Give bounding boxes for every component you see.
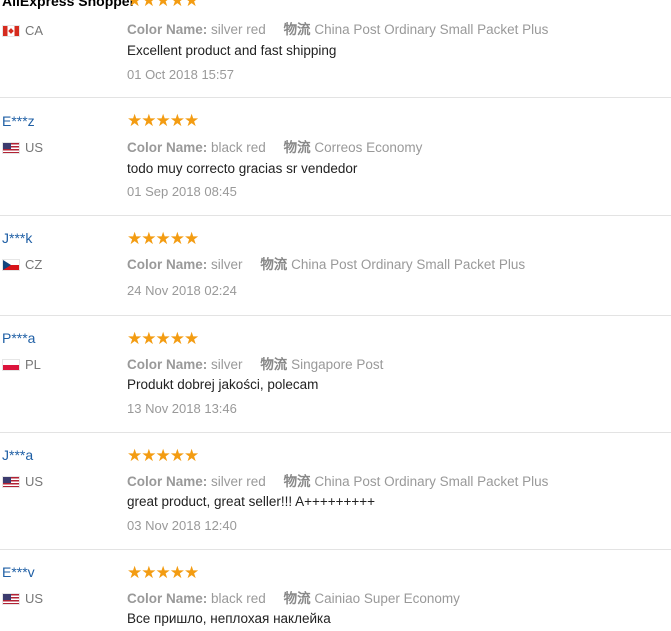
reviewer-name[interactable]: P***a [2, 330, 35, 346]
rating-stars: ★★★★★ [127, 563, 199, 582]
review-item: E***z US ★★★★★ Color Name: black red 物流 … [0, 97, 671, 216]
review-item: J***a US ★★★★★ Color Name: silver red 物流… [0, 432, 671, 550]
order-info: Color Name: silver red 物流 China Post Ord… [127, 18, 548, 38]
order-info: Color Name: black red 物流 Cainiao Super E… [127, 587, 460, 607]
rating-stars: ★★★★★ [127, 111, 199, 130]
reviewer-name[interactable]: E***z [2, 113, 35, 129]
shipping-method: China Post Ordinary Small Packet Plus [314, 22, 549, 37]
shipping-method: China Post Ordinary Small Packet Plus [314, 474, 549, 489]
shipping-method: Singapore Post [291, 357, 384, 372]
order-info: Color Name: black red 物流 Correos Economy [127, 136, 422, 156]
color-value: silver red [211, 22, 266, 37]
reviewer-country: US [2, 474, 43, 489]
poland-flag-icon [2, 358, 20, 371]
color-name-label: Color Name: [127, 140, 208, 155]
reviewer-name: AliExpress Shopper [2, 0, 136, 9]
review-comment: great product, great seller!!! A++++++++… [127, 494, 376, 509]
reviewer-country: CZ [2, 257, 42, 272]
review-comment: Produkt dobrej jakości, polecam [127, 377, 319, 392]
order-info: Color Name: silver 物流 China Post Ordinar… [127, 253, 525, 273]
rating-stars: ★★★★★ [127, 329, 199, 348]
color-value: black red [211, 140, 266, 155]
color-name-label: Color Name: [127, 22, 208, 37]
reviewer-country: PL [2, 357, 41, 372]
logistics-label: 物流 [283, 140, 311, 155]
review-item: P***a PL ★★★★★ Color Name: silver 物流 Sin… [0, 315, 671, 433]
shipping-method: Cainiao Super Economy [314, 591, 460, 606]
review-date: 24 Nov 2018 02:24 [127, 283, 237, 298]
color-name-label: Color Name: [127, 591, 208, 606]
order-info: Color Name: silver 物流 Singapore Post [127, 353, 383, 373]
logistics-label: 物流 [283, 22, 311, 37]
review-item: J***k CZ ★★★★★ Color Name: silver 物流 Chi… [0, 215, 671, 316]
reviewer-country: US [2, 591, 43, 606]
review-date: 13 Nov 2018 13:46 [127, 401, 237, 416]
reviewer-country: CA [2, 23, 43, 38]
color-value: silver red [211, 474, 266, 489]
country-code: CZ [25, 257, 43, 272]
reviewer-name[interactable]: E***v [2, 564, 35, 580]
rating-stars: ★★★★★ [127, 0, 199, 10]
czech-flag-icon [2, 258, 20, 271]
reviewer-name[interactable]: J***k [2, 230, 32, 246]
review-date: 03 Nov 2018 12:40 [127, 518, 237, 533]
reviewer-name[interactable]: J***a [2, 447, 33, 463]
color-name-label: Color Name: [127, 474, 208, 489]
logistics-label: 物流 [260, 357, 288, 372]
rating-stars: ★★★★★ [127, 229, 199, 248]
review-item: E***v US ★★★★★ Color Name: black red 物流 … [0, 549, 671, 631]
color-name-label: Color Name: [127, 357, 208, 372]
logistics-label: 物流 [260, 257, 288, 272]
country-code: US [25, 474, 44, 489]
review-comment: Excellent product and fast shipping [127, 43, 337, 58]
review-date: 01 Sep 2018 08:45 [127, 184, 237, 199]
color-value: black red [211, 591, 266, 606]
rating-stars: ★★★★★ [127, 446, 199, 465]
shipping-method: Correos Economy [314, 140, 423, 155]
review-item: AliExpress Shopper CA ★★★★★ Color Name: … [0, 0, 671, 98]
us-flag-icon [2, 141, 20, 154]
country-code: US [25, 140, 44, 155]
review-comment: Все пришло, неплохая наклейка [127, 611, 331, 626]
order-info: Color Name: silver red 物流 China Post Ord… [127, 470, 548, 490]
country-code: US [25, 591, 44, 606]
review-date: 01 Oct 2018 15:57 [127, 67, 234, 82]
shipping-method: China Post Ordinary Small Packet Plus [291, 257, 526, 272]
country-code: CA [25, 23, 44, 38]
logistics-label: 物流 [283, 591, 311, 606]
logistics-label: 物流 [283, 474, 311, 489]
us-flag-icon [2, 475, 20, 488]
country-code: PL [25, 357, 41, 372]
canada-flag-icon [2, 24, 20, 37]
us-flag-icon [2, 592, 20, 605]
color-name-label: Color Name: [127, 257, 208, 272]
reviewer-country: US [2, 140, 43, 155]
color-value: silver [211, 357, 243, 372]
review-comment: todo muy correcto gracias sr vendedor [127, 161, 358, 176]
color-value: silver [211, 257, 243, 272]
